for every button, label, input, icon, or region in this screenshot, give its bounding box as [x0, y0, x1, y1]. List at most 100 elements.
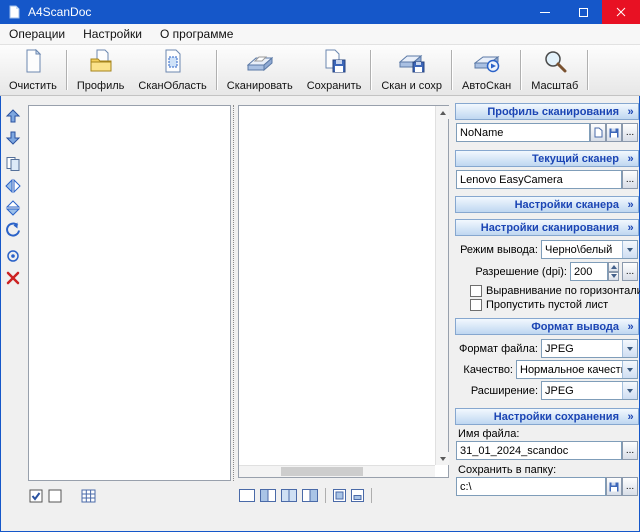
section-header-output-format[interactable]: Формат вывода » [455, 318, 639, 335]
load-profile-icon [594, 127, 603, 138]
toolbar-save-button[interactable]: Сохранить [300, 46, 369, 94]
titlebar[interactable]: A4ScanDoc [0, 0, 640, 24]
center-target-icon [5, 248, 21, 264]
rotate-page-button[interactable] [4, 222, 22, 238]
section-chevron-icon[interactable]: » [623, 199, 638, 211]
section-header-scan-settings[interactable]: Настройки сканирования » [455, 219, 639, 236]
quality-select[interactable]: Нормальное качество [516, 360, 638, 379]
toolbar-zoom-button[interactable]: Масштаб [524, 46, 585, 94]
dropdown-arrow-icon[interactable] [622, 241, 637, 258]
open-folder-button[interactable] [606, 477, 622, 496]
toolbar-separator [587, 50, 589, 90]
toolbar-scan-and-save-button[interactable]: Скан и сохр [374, 46, 449, 94]
close-icon [616, 7, 626, 17]
scroll-up-button[interactable] [436, 106, 449, 119]
extension-value: JPEG [542, 385, 622, 397]
dropdown-arrow-icon[interactable] [622, 382, 637, 399]
output-format-section-title: Формат вывода [531, 321, 619, 333]
profile-name-input[interactable] [456, 123, 590, 142]
current-scanner-input[interactable] [456, 170, 622, 189]
select-scanner-button[interactable]: ... [622, 170, 638, 189]
horizontal-scrollbar[interactable] [239, 465, 435, 477]
align-horizontal-checkbox[interactable] [470, 285, 482, 297]
resolution-dpi-input[interactable] [570, 262, 608, 281]
save-profile-button[interactable] [606, 123, 622, 142]
scroll-down-icon [440, 457, 446, 461]
profile-more-button[interactable]: ... [622, 123, 638, 142]
vertical-scrollbar[interactable] [435, 106, 448, 465]
clear-page-icon [21, 49, 45, 78]
file-format-select[interactable]: JPEG [541, 339, 638, 358]
deselect-pages-button[interactable] [47, 488, 63, 504]
scroll-down-button[interactable] [436, 452, 449, 465]
copy-page-icon [5, 156, 21, 172]
output-mode-select[interactable]: Черно\белый [541, 240, 638, 259]
window-title: A4ScanDoc [28, 5, 91, 19]
mirror-vertical-button[interactable] [4, 200, 22, 216]
section-chevron-icon[interactable]: » [623, 222, 638, 234]
scroll-up-icon [440, 111, 446, 115]
dropdown-arrow-icon[interactable] [622, 340, 637, 357]
section-chevron-icon[interactable]: » [623, 411, 638, 423]
toolbar-profile-button[interactable]: Профиль [70, 46, 132, 94]
extension-select[interactable]: JPEG [541, 381, 638, 400]
maximize-button[interactable] [564, 0, 602, 24]
layout-fit-area-button[interactable] [332, 488, 347, 503]
move-down-icon [5, 130, 21, 146]
load-profile-button[interactable] [590, 123, 606, 142]
quality-value: Нормальное качество [517, 364, 622, 376]
spinner-down-button[interactable] [608, 272, 619, 282]
filename-more-button[interactable]: ... [622, 441, 638, 460]
window-controls [526, 0, 640, 24]
two-pages-icon [281, 489, 297, 502]
close-button[interactable] [602, 0, 640, 24]
center-target-button[interactable] [4, 248, 22, 264]
toolbar-scanarea-button[interactable]: СканОбласть [131, 46, 213, 94]
move-up-button[interactable] [4, 108, 22, 124]
filename-label: Имя файла: [458, 428, 519, 440]
folder-browse-button[interactable]: ... [622, 477, 638, 496]
menu-settings[interactable]: Настройки [74, 24, 151, 44]
section-chevron-icon[interactable]: » [623, 153, 638, 165]
file-format-value: JPEG [542, 343, 622, 355]
filename-input[interactable] [456, 441, 622, 460]
thumbnail-grid-button[interactable] [80, 488, 97, 504]
save-folder-input[interactable] [456, 477, 606, 496]
toolbar-clear-button[interactable]: Очистить [2, 46, 64, 94]
spinner-up-button[interactable] [608, 262, 619, 272]
select-all-pages-button[interactable] [28, 488, 44, 504]
move-up-icon [5, 108, 21, 124]
delete-page-button[interactable] [4, 270, 22, 286]
minimize-icon [540, 12, 550, 13]
move-down-button[interactable] [4, 130, 22, 146]
toolbar-autoscan-button[interactable]: АвтоСкан [455, 46, 518, 94]
menu-operations[interactable]: Операции [0, 24, 74, 44]
section-header-scan-profile[interactable]: Профиль сканирования » [455, 103, 639, 120]
layout-single-page-button[interactable] [238, 488, 256, 503]
section-header-save-settings[interactable]: Настройки сохранения » [455, 408, 639, 425]
skip-blank-page-checkbox[interactable] [470, 299, 482, 311]
minimize-button[interactable] [526, 0, 564, 24]
toolbar-separator [66, 50, 68, 90]
section-chevron-icon[interactable]: » [623, 321, 638, 333]
selection-tools-group [28, 488, 97, 504]
mirror-horizontal-button[interactable] [4, 178, 22, 194]
section-header-scanner-settings[interactable]: Настройки сканера » [455, 196, 639, 213]
toolbar-scan-button[interactable]: Сканировать [220, 46, 300, 94]
layout-fit-bottom-button[interactable] [350, 488, 365, 503]
panel-splitter[interactable] [233, 105, 236, 481]
resolution-dpi-label: Разрешение (dpi): [475, 266, 567, 278]
copy-page-button[interactable] [4, 156, 22, 172]
scan-preview-panel[interactable] [28, 105, 231, 481]
layout-two-pages-button[interactable] [280, 488, 298, 503]
layout-right-half-button[interactable] [301, 488, 319, 503]
layout-left-half-button[interactable] [259, 488, 277, 503]
section-header-current-scanner[interactable]: Текущий сканер » [455, 150, 639, 167]
section-chevron-icon[interactable]: » [623, 106, 638, 118]
autoscan-icon [474, 49, 500, 78]
horizontal-scroll-thumb[interactable] [281, 467, 363, 476]
dropdown-arrow-icon[interactable] [622, 361, 637, 378]
dpi-more-button[interactable]: ... [622, 262, 638, 281]
menu-about[interactable]: О программе [151, 24, 242, 44]
pages-list-panel[interactable] [238, 105, 449, 478]
